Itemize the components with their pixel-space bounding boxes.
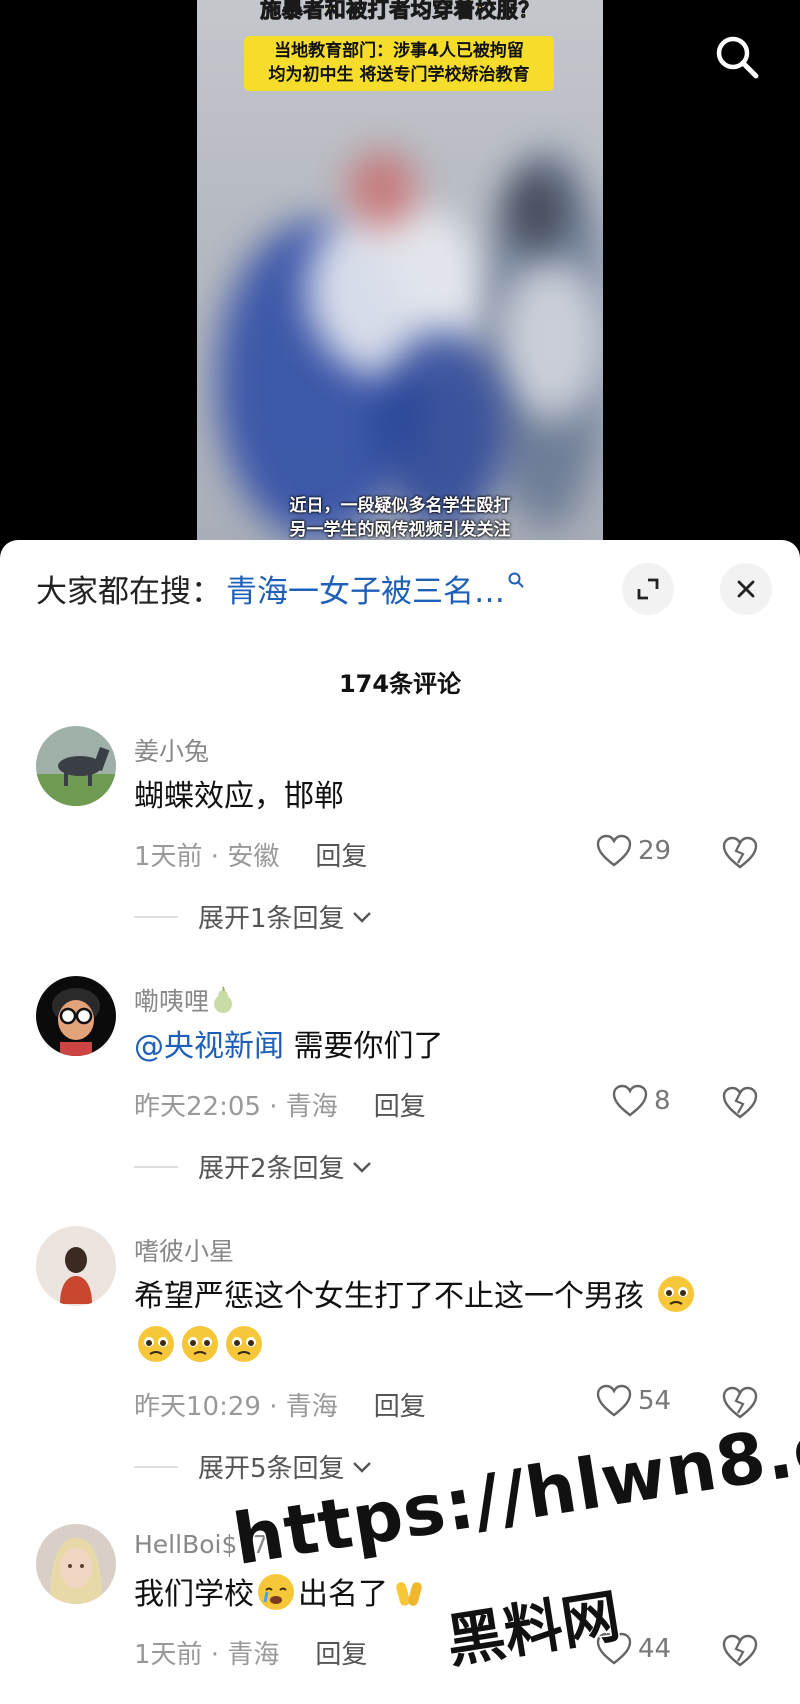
expand-replies-label: 展开2条回复 (198, 1154, 345, 1184)
like-count: 54 (638, 1386, 672, 1416)
comment-text: @央视新闻 需要你们了 (134, 1022, 754, 1072)
dislike-button[interactable] (722, 1086, 758, 1124)
comment-time-location: 昨天10:29 · 青海 (134, 1392, 338, 1422)
avatar[interactable] (36, 1524, 116, 1604)
search-icon (716, 36, 759, 79)
caption-line-1: 当地教育部门：涉事4人已被拘留 (274, 41, 524, 61)
comment-time-location: 昨天22:05 · 青海 (134, 1092, 338, 1122)
comment-username[interactable]: 姜小兔 (134, 732, 209, 768)
video-subtitle: 近日，一段疑似多名学生殴打 另一学生的网传视频引发关注 (197, 494, 603, 542)
expand-replies-button[interactable]: 展开2条回复 (134, 1148, 373, 1185)
comment-meta: 1天前 · 青海 回复 (134, 1634, 367, 1671)
subtitle-line-2: 另一学生的网传视频引发关注 (289, 520, 511, 540)
expand-sheet-button[interactable] (622, 563, 674, 615)
search-button[interactable] (712, 32, 762, 82)
caption-line-2: 均为初中生 将送专门学校矫治教育 (268, 65, 530, 85)
broken-heart-icon (722, 1634, 758, 1667)
chevron-down-icon (352, 911, 371, 923)
search-mini-icon (508, 572, 524, 588)
trending-search-query[interactable]: 青海一女子被三名… (226, 566, 505, 611)
trending-search[interactable]: 大家都在搜： 青海一女子被三名… (36, 566, 525, 611)
comment-text: 蝴蝶效应，邯郸 (134, 779, 344, 814)
pleading-face-icon (226, 1326, 262, 1362)
comment-username[interactable]: 嗜彼小星 (134, 1232, 234, 1268)
comment-username-text: 嘞咦哩 (134, 987, 210, 1016)
comment-meta: 昨天10:29 · 青海 回复 (134, 1386, 426, 1423)
like-count: 29 (638, 836, 672, 866)
like-count: 44 (638, 1634, 672, 1664)
pleading-face-icon (657, 1276, 694, 1312)
expand-replies-label: 展开5条回复 (198, 1454, 345, 1484)
comment-time-location: 1天前 · 青海 (134, 1640, 280, 1670)
chevron-down-icon (352, 1161, 371, 1173)
chevron-down-icon (352, 1461, 371, 1473)
video-headline: 施暴者和被打者均穿着校服？ (260, 0, 540, 23)
avatar[interactable] (36, 1226, 116, 1306)
clapping-hands-icon (396, 1582, 422, 1606)
reply-button[interactable]: 回复 (315, 1634, 367, 1671)
like-button[interactable]: 54 (596, 1384, 671, 1418)
close-icon (737, 580, 755, 598)
comment-text: 希望严惩这个女生打了不止这一个男孩 (134, 1272, 754, 1372)
heart-icon (596, 1384, 632, 1417)
reply-button[interactable]: 回复 (374, 1386, 426, 1423)
video-player[interactable]: 施暴者和被打者均穿着校服？ 当地教育部门：涉事4人已被拘留 均为初中生 将送专门… (0, 0, 800, 560)
pear-badge-icon (214, 986, 233, 1013)
like-count: 8 (654, 1086, 671, 1116)
avatar[interactable] (36, 976, 116, 1056)
reply-button[interactable]: 回复 (374, 1086, 426, 1123)
crying-face-icon (258, 1574, 294, 1610)
expand-icon (637, 578, 659, 600)
comment-count: 174条评论 (338, 670, 462, 698)
pleading-face-icon (182, 1326, 218, 1362)
expand-replies-button[interactable]: 展开5条回复 (134, 1448, 373, 1485)
reply-button[interactable]: 回复 (315, 836, 367, 873)
broken-heart-icon (722, 836, 758, 869)
comment-text-body: 我们学校 (134, 1577, 254, 1612)
like-button[interactable]: 8 (612, 1084, 671, 1118)
comment-text-body: 希望严惩这个女生打了不止这一个男孩 (134, 1279, 644, 1314)
trending-search-prefix: 大家都在搜： (36, 573, 222, 610)
comment-time-location: 1天前 · 安徽 (134, 842, 280, 872)
expand-replies-button[interactable]: 展开1条回复 (134, 898, 373, 935)
comment-meta: 昨天22:05 · 青海 回复 (134, 1086, 426, 1123)
dislike-button[interactable] (722, 836, 758, 874)
broken-heart-icon (722, 1086, 758, 1119)
pleading-face-icon (138, 1326, 174, 1362)
close-sheet-button[interactable] (720, 563, 772, 615)
broken-heart-icon (722, 1386, 758, 1419)
like-button[interactable]: 29 (596, 834, 671, 868)
subtitle-line-1: 近日，一段疑似多名学生殴打 (289, 496, 511, 516)
avatar[interactable] (36, 726, 116, 806)
dislike-button[interactable] (722, 1634, 758, 1672)
comment-username[interactable]: 嘞咦哩 (134, 982, 234, 1018)
comment-text-body-2: 出名了 (298, 1577, 388, 1612)
mention-link[interactable]: @央视新闻 (134, 1029, 284, 1064)
heart-icon (596, 834, 632, 867)
comment-meta: 1天前 · 安徽 回复 (134, 836, 367, 873)
video-caption-box: 当地教育部门：涉事4人已被拘留 均为初中生 将送专门学校矫治教育 (244, 36, 554, 91)
expand-replies-label: 展开1条回复 (198, 904, 345, 934)
heart-icon (612, 1084, 648, 1117)
comment-text-body: 需要你们了 (284, 1029, 444, 1064)
